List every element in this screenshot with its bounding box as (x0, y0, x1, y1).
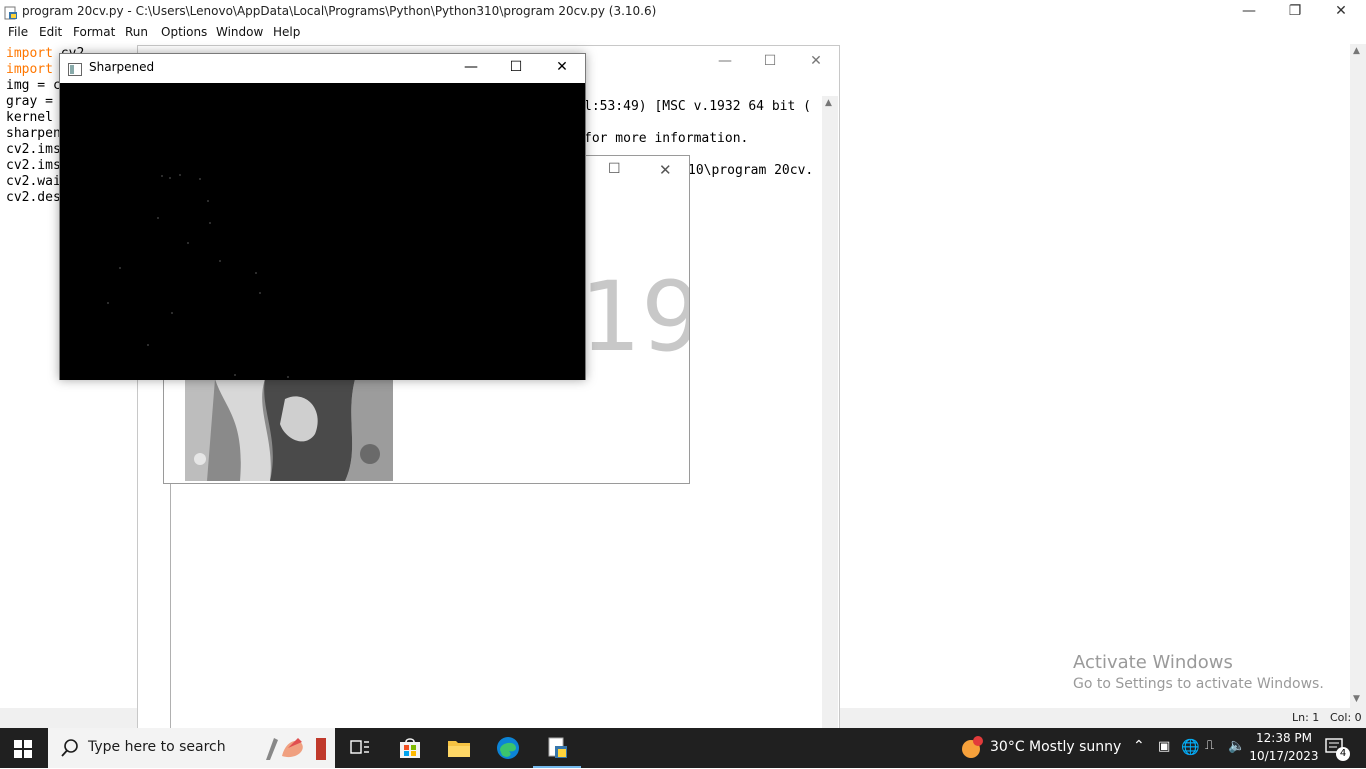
code-line: gray = (6, 94, 53, 109)
menu-run[interactable]: Run (125, 25, 148, 39)
task-view-icon[interactable] (346, 734, 374, 762)
code-line: cv2.ims (6, 142, 61, 157)
menu-file[interactable]: File (8, 25, 28, 39)
grayscale-photo (185, 379, 393, 481)
sharpened-minimize-button[interactable]: — (448, 56, 494, 80)
weather-text[interactable]: 30°C Mostly sunny (990, 739, 1121, 755)
search-placeholder: Type here to search (88, 739, 226, 755)
activate-windows-subtitle: Go to Settings to activate Windows. (1073, 676, 1324, 692)
editor-restore-button[interactable]: ❐ (1272, 0, 1318, 24)
shell-output-line: for more information. (584, 131, 749, 146)
code-line: cv2.wai (6, 174, 61, 189)
meet-now-icon[interactable]: ▣ (1158, 739, 1170, 754)
search-icon (60, 738, 80, 758)
weather-icon[interactable] (960, 736, 984, 760)
taskbar: Type here to search 30°C Mostly sunny ⌃ … (0, 728, 1366, 768)
menu-help[interactable]: Help (273, 25, 300, 39)
menu-options[interactable]: Options (161, 25, 207, 39)
editor-scrollbar[interactable]: ▲ ▼ (1350, 44, 1366, 708)
menu-window[interactable]: Window (216, 25, 263, 39)
status-line: Ln: 1 (1292, 711, 1320, 724)
python-file-icon (4, 5, 18, 20)
windows-start-icon[interactable] (14, 740, 32, 758)
edge-browser-icon[interactable] (494, 734, 522, 762)
volume-muted-icon[interactable]: 🔈 (1228, 738, 1245, 754)
power-plug-icon[interactable]: ⎍ (1205, 738, 1214, 753)
menu-edit[interactable]: Edit (39, 25, 62, 39)
editor-menubar: File Edit Format Run Options Window Help (0, 24, 1366, 42)
scroll-up-arrow-icon[interactable]: ▲ (1353, 46, 1360, 56)
background-number: 19 (580, 261, 689, 373)
code-line: cv2.ims (6, 158, 61, 173)
editor-titlebar: program 20cv.py - C:\Users\Lenovo\AppDat… (0, 0, 1366, 24)
editor-minimize-button[interactable]: — (1226, 0, 1272, 24)
status-col: Col: 0 (1330, 711, 1362, 724)
code-line: kernel (6, 110, 53, 125)
sharpened-window-title: Sharpened (89, 60, 155, 74)
code-line: cv2.des (6, 190, 61, 205)
shell-close-button[interactable]: ✕ (793, 50, 839, 74)
network-globe-icon[interactable]: 🌐 (1181, 738, 1200, 756)
shell-maximize-button[interactable]: ☐ (747, 50, 793, 74)
sharpened-close-button[interactable]: ✕ (539, 56, 585, 80)
file-explorer-icon[interactable] (445, 734, 473, 762)
shell-output-line: 10\program 20cv. (688, 163, 814, 178)
sharpened-maximize-button[interactable]: ☐ (493, 56, 539, 80)
python-idle-icon[interactable] (544, 734, 572, 762)
search-highlight-icon (258, 734, 334, 762)
microsoft-store-icon[interactable] (396, 734, 424, 762)
scroll-up-arrow-icon[interactable]: ▲ (825, 98, 832, 108)
code-line: img = c (6, 78, 61, 93)
editor-window-title: program 20cv.py - C:\Users\Lenovo\AppDat… (22, 4, 657, 18)
clock-time[interactable]: 12:38 PM (1248, 731, 1320, 745)
sharpened-image (60, 83, 585, 380)
sharpened-window[interactable]: Sharpened — ☐ ✕ (59, 53, 586, 380)
opencv-window-icon (68, 61, 82, 76)
shell-output-line: l:53:49) [MSC v.1932 64 bit ( (584, 99, 811, 114)
show-hidden-icons-chevron-icon[interactable]: ⌃ (1133, 738, 1145, 754)
taskbar-search-box[interactable]: Type here to search (48, 728, 335, 768)
code-line: sharpen (6, 126, 61, 141)
notification-count-badge: 4 (1336, 747, 1350, 761)
clock-date[interactable]: 10/17/2023 (1248, 749, 1320, 763)
scroll-down-arrow-icon[interactable]: ▼ (1353, 694, 1360, 704)
shell-scrollbar[interactable]: ▲ (822, 96, 838, 728)
shell-minimize-button[interactable]: — (702, 50, 748, 74)
activate-windows-title: Activate Windows (1073, 652, 1233, 673)
menu-format[interactable]: Format (73, 25, 115, 39)
editor-close-button[interactable]: ✕ (1318, 0, 1364, 24)
